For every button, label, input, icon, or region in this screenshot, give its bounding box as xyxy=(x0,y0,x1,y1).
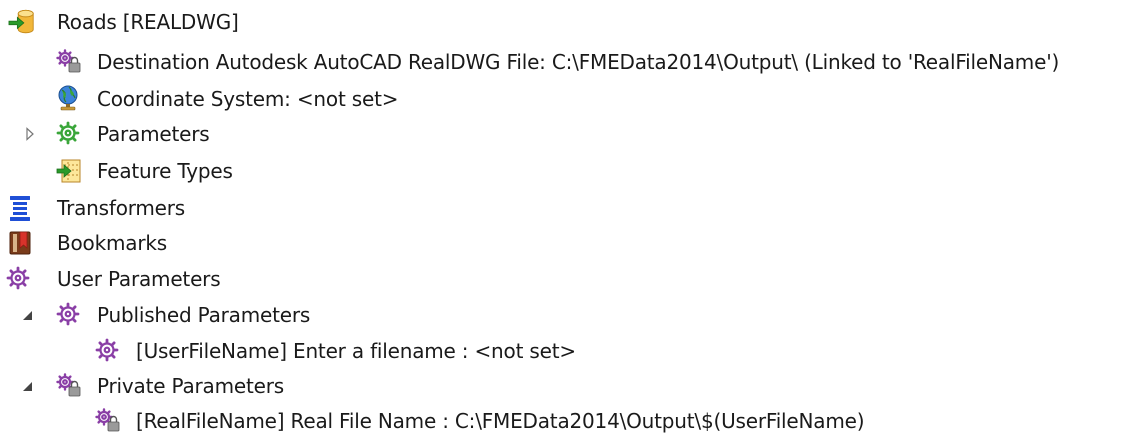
transformers-icon xyxy=(6,194,34,222)
globe-icon xyxy=(55,84,83,112)
tree-item-transformers[interactable]: Transformers xyxy=(0,190,300,226)
collapse-triangle-icon[interactable] xyxy=(20,379,34,393)
tree-item-parameters[interactable]: Parameters xyxy=(0,116,300,152)
tree-item-user-parameters[interactable]: User Parameters xyxy=(0,261,300,297)
parameters-label: Parameters xyxy=(97,122,210,146)
expand-chevron-icon[interactable] xyxy=(23,127,37,141)
collapse-triangle-icon[interactable] xyxy=(20,308,34,322)
user-parameters-label: User Parameters xyxy=(57,267,221,291)
published-parameters-label: Published Parameters xyxy=(97,303,311,327)
purple-gear-icon xyxy=(94,337,122,365)
green-gear-icon xyxy=(55,120,83,148)
user-file-name-label: [UserFileName] Enter a filename : <not s… xyxy=(136,339,576,363)
feature-types-label: Feature Types xyxy=(97,159,233,183)
feature-types-icon xyxy=(55,157,83,185)
tree-item-real-file-name[interactable]: [RealFileName] Real File Name : C:\FMEDa… xyxy=(0,403,1000,439)
private-gear-icon xyxy=(94,407,122,435)
linked-gear-icon xyxy=(55,48,83,76)
private-gear-icon xyxy=(55,372,83,400)
bookmarks-label: Bookmarks xyxy=(57,231,167,255)
real-file-name-label: [RealFileName] Real File Name : C:\FMEDa… xyxy=(136,409,865,433)
tree-item-bookmarks[interactable]: Bookmarks xyxy=(0,225,300,261)
tree-item-writer[interactable]: Roads [REALDWG] xyxy=(0,4,400,40)
navigator-tree: Roads [REALDWG] Destination Autodesk Aut… xyxy=(0,0,1139,435)
tree-item-user-file-name[interactable]: [UserFileName] Enter a filename : <not s… xyxy=(0,333,700,369)
transformers-label: Transformers xyxy=(57,196,186,220)
purple-gear-icon xyxy=(55,301,83,329)
tree-item-feature-types[interactable]: Feature Types xyxy=(0,153,300,189)
private-parameters-label: Private Parameters xyxy=(97,374,284,398)
tree-item-private-parameters[interactable]: Private Parameters xyxy=(0,368,400,404)
destination-label: Destination Autodesk AutoCAD RealDWG Fil… xyxy=(97,50,1060,74)
coordinate-system-label: Coordinate System: <not set> xyxy=(97,87,399,111)
writer-database-icon xyxy=(8,8,36,36)
writer-label: Roads [REALDWG] xyxy=(57,10,239,34)
purple-gear-icon xyxy=(5,265,33,293)
tree-item-destination[interactable]: Destination Autodesk AutoCAD RealDWG Fil… xyxy=(0,44,1139,80)
tree-item-coordinate-system[interactable]: Coordinate System: <not set> xyxy=(0,81,500,117)
bookmark-icon xyxy=(6,229,34,257)
tree-item-published-parameters[interactable]: Published Parameters xyxy=(0,297,400,333)
